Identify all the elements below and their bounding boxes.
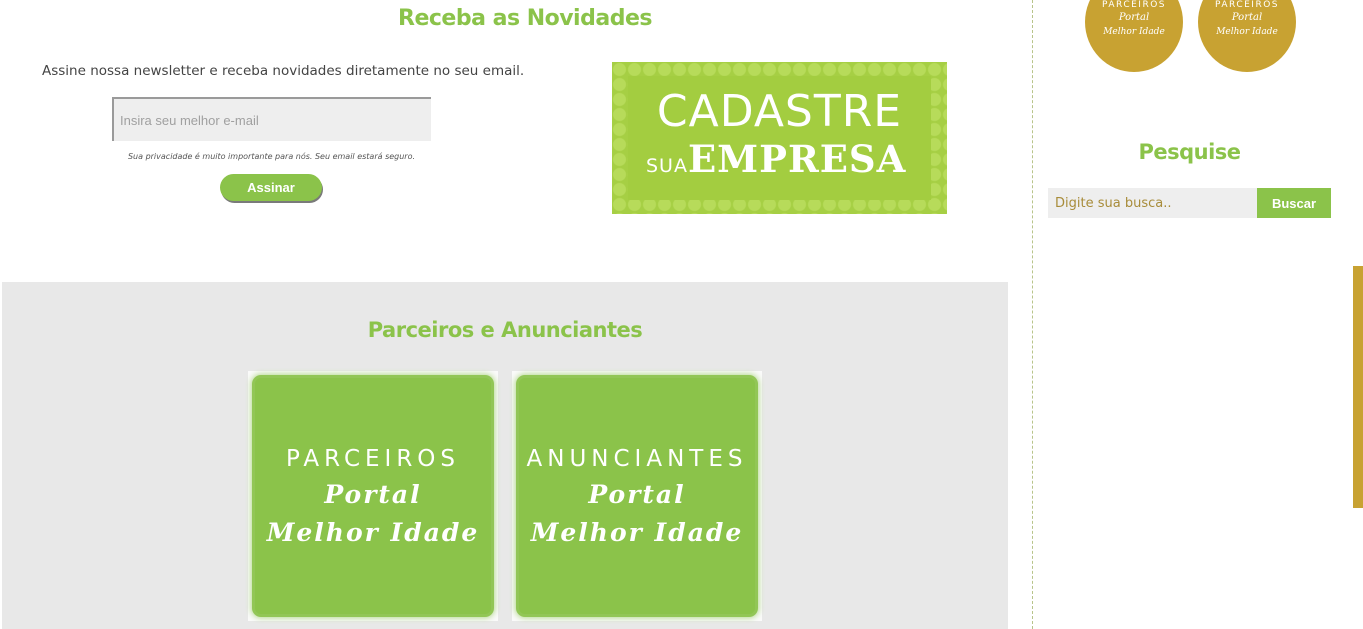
page: Receba as Novidades Assine nossa newslet… [0, 0, 1363, 629]
cadastre-empresa-banner[interactable]: CADASTRE SUAEMPRESA [612, 62, 947, 214]
sidebar-divider [1032, 0, 1033, 629]
badge-script-line1: Portal [1231, 12, 1263, 23]
cadastre-banner-line2: SUAEMPRESA [646, 136, 931, 190]
subscribe-button[interactable]: Assinar [220, 174, 322, 201]
anunciantes-card[interactable]: ANUNCIANTES Portal Melhor Idade [512, 371, 762, 621]
parceiros-card[interactable]: PARCEIROS Portal Melhor Idade [248, 371, 498, 621]
cadastre-banner-line1: CADASTRE [656, 86, 903, 137]
badge-script-line2: Melhor Idade [1103, 27, 1165, 37]
badge-script-line1: Portal [1118, 12, 1150, 23]
newsletter-title: Receba as Novidades [398, 6, 652, 31]
partners-title: Parceiros e Anunciantes [367, 318, 643, 342]
scrollbar-thumb[interactable] [1353, 266, 1363, 508]
card-script-line2: Melhor Idade [530, 518, 744, 547]
parceiros-badge[interactable]: PARCEIROS Portal Melhor Idade [1198, 0, 1296, 72]
card-caps-text: ANUNCIANTES [526, 446, 748, 472]
parceiros-card-image: PARCEIROS Portal Melhor Idade [255, 378, 491, 614]
parceiros-badge[interactable]: PARCEIROS Portal Melhor Idade [1085, 0, 1183, 72]
search-input[interactable] [1048, 188, 1257, 218]
email-input[interactable] [112, 97, 431, 141]
cadastre-banner-empresa: EMPRESA [687, 137, 907, 181]
search-button[interactable]: Buscar [1257, 188, 1331, 218]
partners-section: Parceiros e Anunciantes PARCEIROS Portal… [2, 282, 1008, 629]
badge-script-line2: Melhor Idade [1216, 27, 1278, 37]
privacy-note: Sua privacidade é muito importante para … [127, 152, 416, 161]
badge-caps-text: PARCEIROS [1102, 0, 1166, 10]
newsletter-description: Assine nossa newsletter e receba novidad… [42, 63, 525, 79]
cadastre-banner-inner: CADASTRE SUAEMPRESA [628, 76, 931, 200]
badge-caps-text: PARCEIROS [1215, 0, 1279, 10]
card-caps-text: PARCEIROS [285, 446, 461, 472]
anunciantes-card-image: ANUNCIANTES Portal Melhor Idade [519, 378, 755, 614]
card-script-line2: Melhor Idade [266, 518, 480, 547]
card-script-line1: Portal [588, 480, 686, 509]
search-title: Pesquise [1138, 140, 1241, 164]
cadastre-banner-sua: SUA [646, 155, 688, 177]
card-script-line1: Portal [324, 480, 422, 509]
